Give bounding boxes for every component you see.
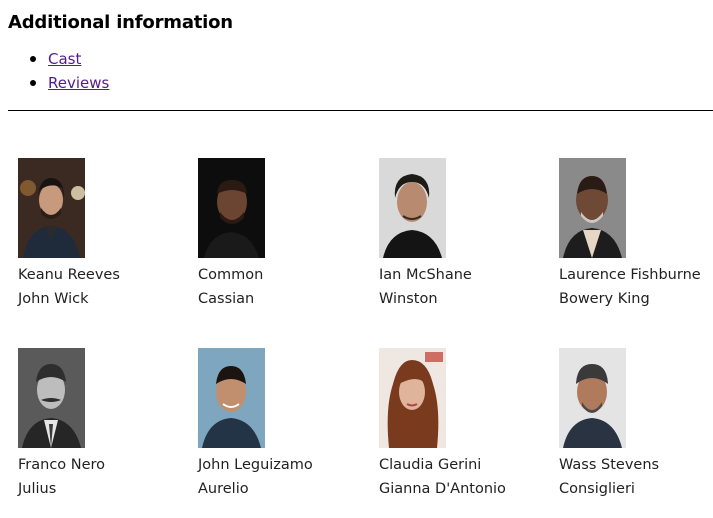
actor-photo (18, 158, 85, 258)
cast-card: Wass Stevens Consiglieri (559, 348, 713, 501)
actor-name: Claudia Gerini (379, 457, 482, 473)
list-item: Reviews (0, 71, 109, 95)
actor-name: Franco Nero (18, 457, 106, 473)
actor-name: Keanu Reeves (18, 267, 120, 283)
cast-card: Franco Nero Julius (18, 348, 188, 501)
character-name: Winston (379, 291, 438, 307)
bullet-icon (30, 56, 36, 62)
actor-name: Laurence Fishburne (559, 267, 701, 283)
cast-card: Common Cassian (198, 158, 368, 311)
list-item: Cast (0, 47, 109, 71)
actor-photo (198, 158, 265, 258)
actor-name: Common (198, 267, 264, 283)
actor-photo (559, 348, 626, 448)
cast-card: Ian McShane Winston (379, 158, 549, 311)
cast-card: Laurence Fishburne Bowery King (559, 158, 713, 311)
bullet-icon (30, 80, 36, 86)
character-name: Gianna D'Antonio (379, 481, 506, 497)
character-name: Julius (18, 481, 57, 497)
actor-name: Ian McShane (379, 267, 472, 283)
cast-card: John Leguizamo Aurelio (198, 348, 368, 501)
actor-photo (379, 158, 446, 258)
character-name: Cassian (198, 291, 255, 307)
page: Additional information Cast Reviews Kean… (0, 0, 713, 518)
actor-name: John Leguizamo (198, 457, 313, 473)
actor-photo (559, 158, 626, 258)
character-name: John Wick (18, 291, 89, 307)
actor-photo (18, 348, 85, 448)
section-title: Additional information (8, 12, 233, 33)
cast-card: Keanu Reeves John Wick (18, 158, 188, 311)
character-name: Aurelio (198, 481, 249, 497)
reviews-link[interactable]: Reviews (48, 74, 109, 92)
character-name: Bowery King (559, 291, 650, 307)
cast-card: Claudia Gerini Gianna D'Antonio (379, 348, 549, 501)
info-links-list: Cast Reviews (0, 47, 109, 95)
actor-photo (379, 348, 446, 448)
actor-name: Wass Stevens (559, 457, 660, 473)
cast-link[interactable]: Cast (48, 50, 81, 68)
character-name: Consiglieri (559, 481, 635, 497)
divider (8, 110, 713, 111)
actor-photo (198, 348, 265, 448)
